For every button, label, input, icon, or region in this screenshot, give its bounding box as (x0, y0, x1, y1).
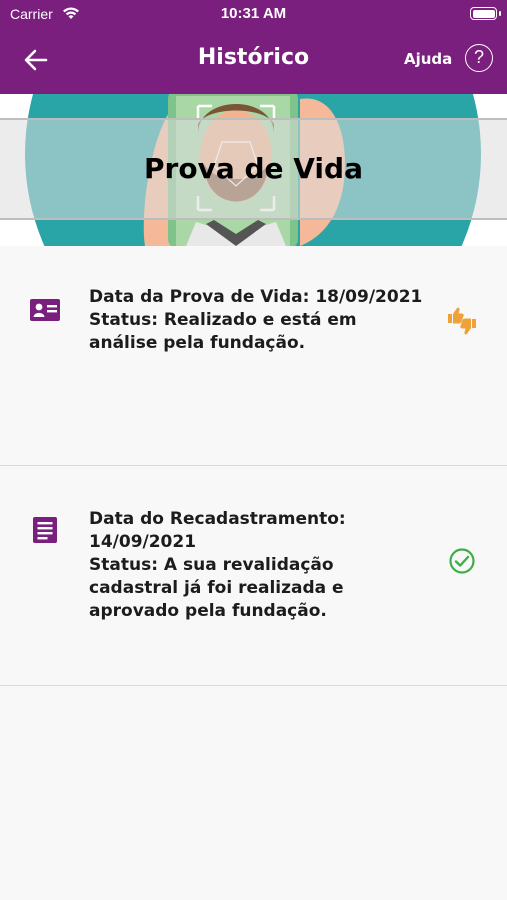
history-item-re-registration[interactable]: Data do Recadastramento: 14/09/2021 Stat… (0, 466, 507, 686)
check-circle-icon (449, 548, 475, 574)
battery-icon (470, 7, 501, 20)
banner-title: Prova de Vida (144, 152, 363, 185)
item-status-line-cont: cadastral já foi realizada e (89, 578, 344, 598)
thumbs-up-down-icon (448, 307, 476, 335)
item-status-line: Status: A sua revalidação (89, 555, 334, 575)
item-status-line: Status: Realizado e está em (89, 310, 357, 330)
item-status-line-cont: análise pela fundação. (89, 333, 306, 353)
id-card-icon (30, 299, 60, 321)
item-details: Data da Prova de Vida: 18/09/2021 Status… (89, 286, 429, 355)
clock: 10:31 AM (220, 5, 287, 22)
item-date-label: Data do Recadastramento: (89, 509, 346, 529)
app-header: Carrier 10:31 AM Histórico Ajuda ? (0, 0, 507, 94)
history-item-proof-of-life[interactable]: Data da Prova de Vida: 18/09/2021 Status… (0, 246, 507, 466)
help-question-icon[interactable]: ? (465, 44, 493, 72)
status-bar: Carrier 10:31 AM (0, 0, 507, 28)
item-date-value: 14/09/2021 (89, 532, 197, 552)
navigation-bar: Histórico Ajuda ? (0, 28, 507, 94)
proof-of-life-banner: Prova de Vida (0, 94, 507, 246)
help-link[interactable]: Ajuda (404, 50, 452, 68)
item-date-line: Data da Prova de Vida: 18/09/2021 (89, 287, 423, 307)
item-details: Data do Recadastramento: 14/09/2021 Stat… (89, 508, 429, 623)
document-icon (33, 517, 57, 543)
item-status-line-end: aprovado pela fundação. (89, 601, 327, 621)
